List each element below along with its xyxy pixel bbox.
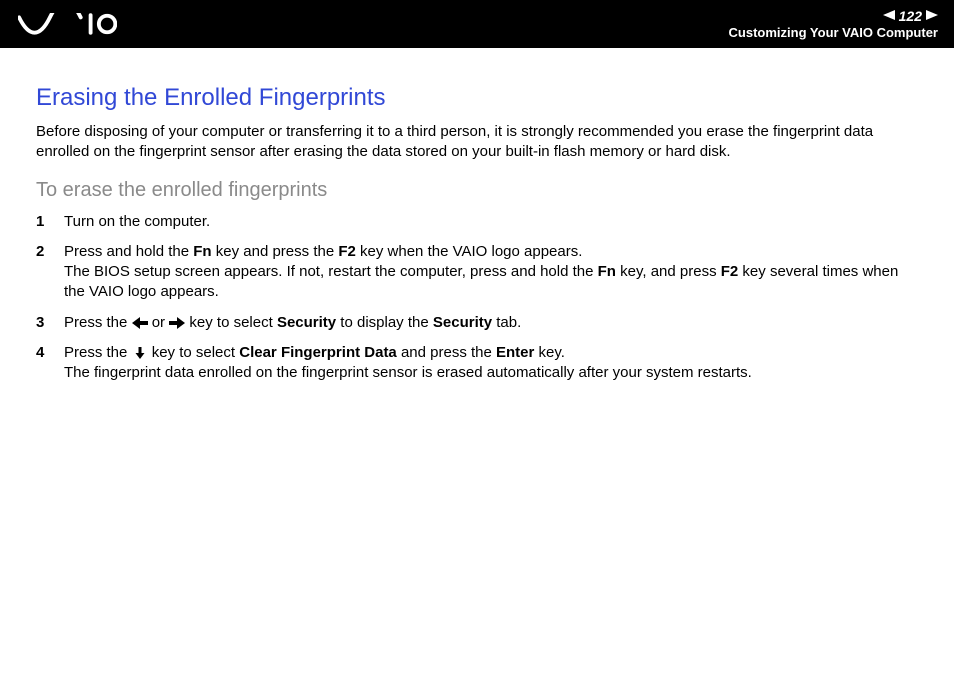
- option-clear-fingerprint: Clear Fingerprint Data: [239, 344, 397, 361]
- step-text: Press the: [64, 344, 132, 361]
- tab-security: Security: [277, 314, 336, 331]
- arrow-left-icon: [132, 317, 148, 329]
- prev-page-arrow-icon[interactable]: [883, 9, 895, 23]
- step-text: Press the: [64, 314, 132, 331]
- key-fn: Fn: [193, 243, 211, 260]
- step-text: or: [148, 314, 170, 331]
- step-text: key to select: [148, 344, 240, 361]
- arrow-down-icon: [132, 347, 148, 359]
- intro-paragraph: Before disposing of your computer or tra…: [36, 122, 918, 163]
- page-content: Erasing the Enrolled Fingerprints Before…: [0, 48, 954, 383]
- step-text: to display the: [336, 314, 433, 331]
- tab-security: Security: [433, 314, 492, 331]
- step-1: Turn on the computer.: [36, 212, 918, 232]
- step-1-text: Turn on the computer.: [64, 213, 210, 230]
- step-text: The fingerprint data enrolled on the fin…: [64, 364, 752, 381]
- key-enter: Enter: [496, 344, 534, 361]
- key-fn: Fn: [598, 263, 616, 280]
- key-f2: F2: [338, 243, 356, 260]
- vaio-logo: [18, 13, 117, 35]
- step-4: Press the key to select Clear Fingerprin…: [36, 343, 918, 384]
- step-2: Press and hold the Fn key and press the …: [36, 242, 918, 303]
- steps-list: Turn on the computer. Press and hold the…: [36, 212, 918, 384]
- step-3: Press the or key to select Security to d…: [36, 313, 918, 333]
- page-nav: 122: [729, 8, 938, 25]
- step-text: Press and hold the: [64, 243, 193, 260]
- step-text: key when the VAIO logo appears.: [356, 243, 583, 260]
- page-number: 122: [899, 8, 922, 25]
- step-text: key to select: [185, 314, 277, 331]
- step-text: tab.: [492, 314, 521, 331]
- header-right: 122 Customizing Your VAIO Computer: [729, 8, 938, 40]
- step-text: and press the: [397, 344, 496, 361]
- arrow-right-icon: [169, 317, 185, 329]
- section-title: Erasing the Enrolled Fingerprints: [36, 84, 918, 112]
- key-f2: F2: [721, 263, 739, 280]
- step-text: The BIOS setup screen appears. If not, r…: [64, 263, 598, 280]
- step-text: key, and press: [616, 263, 721, 280]
- step-text: key and press the: [212, 243, 339, 260]
- page-header: 122 Customizing Your VAIO Computer: [0, 0, 954, 48]
- header-section-title: Customizing Your VAIO Computer: [729, 25, 938, 41]
- next-page-arrow-icon[interactable]: [926, 9, 938, 23]
- step-text: key.: [534, 344, 565, 361]
- procedure-heading: To erase the enrolled fingerprints: [36, 179, 918, 202]
